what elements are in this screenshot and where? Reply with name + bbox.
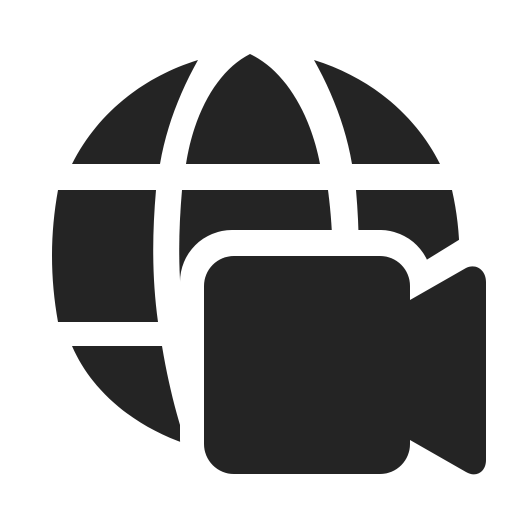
icon-canvas — [0, 0, 512, 512]
globe-segment-top-middle — [186, 54, 320, 164]
camera-lens — [410, 266, 486, 475]
video-camera-icon — [204, 256, 486, 475]
globe-segment-top-right — [314, 60, 440, 164]
globe-segment-middle-left — [52, 190, 158, 322]
globe-video-icon — [52, 54, 486, 475]
globe-segment-bottom-left — [72, 346, 186, 444]
camera-body — [204, 256, 410, 474]
globe-segment-top-left — [72, 60, 198, 164]
